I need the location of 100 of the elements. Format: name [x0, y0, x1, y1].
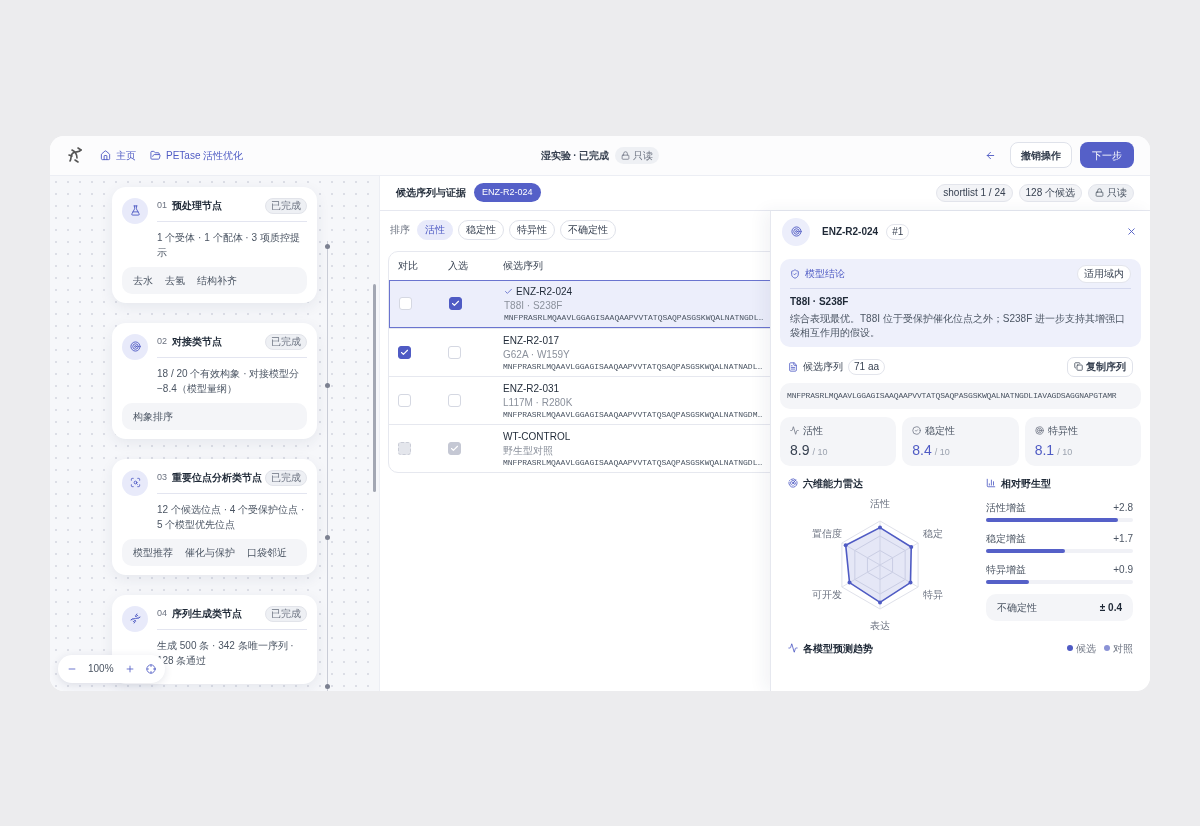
section-title: 候选序列与证据	[396, 186, 466, 200]
node-title: 对接类节点	[172, 335, 222, 349]
zoom-in-icon[interactable]	[124, 663, 135, 674]
column-header: 入选	[447, 259, 469, 273]
sequence-field: MNFPRASRLMQAAVLGGAGISAAQAAPVVTATQSAQPASGSKWQALNATNGDLIAVAGDSAGGNAPGTAMR	[780, 382, 1141, 409]
radar-axis-label: 活性	[870, 497, 890, 510]
check-circle-icon	[912, 425, 922, 435]
legend-label: 候选	[1076, 641, 1096, 656]
target-icon	[1034, 425, 1044, 435]
gain-label: 稳定增益	[986, 531, 1026, 546]
shield-icon	[790, 268, 800, 279]
copy-icon	[1074, 362, 1083, 371]
radar-icon	[788, 478, 798, 488]
breadcrumb-link[interactable]: PETase 活性优化	[150, 147, 244, 163]
experiment-status: 湿实验 · 已完成	[540, 148, 610, 163]
pulse-icon	[790, 425, 799, 435]
target-icon	[790, 226, 802, 237]
candidate-id: WT-CONTROL	[503, 429, 571, 444]
candidate-sequence: MNFPRASRLMQAAVLGGAGISAAQAAPVVTATQSAQPASGSKWQALNATNGDL…	[503, 457, 763, 468]
node-tag: 去水	[133, 272, 153, 288]
score-value: 8.1	[1034, 440, 1055, 460]
sort-chip[interactable]: 活性	[417, 219, 453, 240]
radar-title: 六维能力雷达	[803, 476, 863, 491]
node-index: 04	[157, 606, 167, 620]
gain-label: 特异增益	[986, 562, 1026, 577]
readonly-badge: 只读	[1088, 183, 1134, 202]
scan-icon	[129, 477, 141, 488]
check-icon	[450, 443, 459, 453]
trend-title: 各模型预测趋势	[803, 641, 873, 656]
candidate-id: ENZ-R2-031	[503, 381, 560, 396]
score-label: 稳定性	[925, 423, 956, 438]
lock-icon	[621, 150, 631, 160]
sequence-title: 候选序列	[803, 360, 843, 374]
close-icon[interactable]	[1126, 226, 1137, 237]
sort-label: 排序	[390, 223, 410, 237]
node-status: 已完成	[265, 197, 307, 214]
scrollbar-thumb[interactable]	[373, 283, 376, 492]
uncertainty-value: ± 0.4	[1099, 600, 1122, 615]
score-max: / 10	[1057, 445, 1073, 459]
back-icon[interactable]	[985, 149, 996, 161]
node-title: 序列生成类节点	[172, 607, 242, 621]
candidate-sequence: MNFPRASRLMQAAVLGGAGISAAQAAPVVTATQSAQPASGSKWQALNATNGDM…	[503, 409, 763, 420]
bar-chart-icon	[986, 478, 996, 488]
node-tag: 结构补齐	[197, 272, 237, 288]
conclusion-text: 综合表现最优。T88I 位于受保护催化位点之外；S238F 进一步支持其增强口袋相互作用的假设。	[790, 311, 1127, 340]
next-button[interactable]: 下一步	[1080, 142, 1134, 168]
recenter-icon[interactable]	[145, 663, 156, 674]
target-icon	[129, 341, 141, 352]
node-summary: 1 个受体 · 1 个配体 · 3 项质控提示	[157, 230, 301, 260]
count-chip: 128 个候选	[1018, 183, 1082, 202]
radar-axis-label: 置信度	[812, 528, 843, 540]
candidate-mutations: T88I · S238F	[504, 300, 564, 312]
conclusion-mutations: T88I · S238F	[790, 294, 850, 309]
folder-icon	[150, 149, 161, 161]
flask-icon	[129, 205, 141, 216]
candidate-mutations: L117M · R280K	[503, 396, 574, 409]
gain-value: +0.9	[1113, 562, 1133, 577]
check-icon	[451, 299, 460, 308]
radar-axis-label: 特异	[922, 589, 943, 601]
node-summary: 12 个候选位点 · 4 个受保护位点 · 5 个模型优先位点	[157, 502, 306, 532]
trend-icon	[788, 643, 798, 653]
score-value: 8.9	[790, 440, 810, 460]
node-summary: 18 / 20 个有效构象 · 对接模型分 −8.4（模型量纲）	[157, 366, 301, 396]
node-index: 02	[157, 334, 167, 348]
radar-axis-label: 可开发	[812, 589, 843, 601]
score-value: 8.4	[912, 440, 932, 460]
copy-sequence-button[interactable]: 复制序列	[1067, 356, 1133, 377]
radar-axis-label: 稳定	[922, 528, 943, 540]
domain-badge: 适用域内	[1077, 264, 1131, 283]
breadcrumb-link[interactable]: 主页	[100, 147, 136, 163]
node-title: 预处理节点	[172, 199, 222, 213]
node-tag: 催化与保护	[185, 544, 235, 560]
score-max: / 10	[934, 445, 950, 459]
node-index: 03	[157, 470, 167, 484]
radar-axis-label: 表达	[870, 619, 890, 632]
sort-chip[interactable]: 稳定性	[458, 219, 504, 240]
checkbox[interactable]	[398, 345, 411, 359]
candidate-row[interactable]: ENZ-R2-024 T88I · S238F MNFPRASRLMQAAVLGGAGISAAQAAPVVTATQSAQPASGSKWQALNATNGDL…	[389, 279, 770, 328]
column-header: 候选序列	[502, 259, 543, 273]
column-header: 对比	[397, 259, 419, 273]
uncertainty-label: 不确定性	[997, 600, 1037, 615]
sort-chip[interactable]: 特异性	[509, 219, 555, 240]
pipeline-node-card[interactable]: 02 对接类节点 已完成 18 / 20 个有效构象 · 对接模型分 −8.4（模型量纲） 构象排序	[112, 322, 317, 439]
score-max: / 10	[812, 445, 828, 459]
node-tag: 构象排序	[133, 408, 173, 424]
undo-button[interactable]: 撤销操作	[1010, 142, 1072, 168]
candidate-mutations: G62A · W159Y	[503, 348, 571, 361]
pipeline-node-card[interactable]: 03 重要位点分析类节点 已完成 12 个候选位点 · 4 个受保护位点 · 5 个模型优先位点 模型推荐 催化与保护 口袋邻近	[112, 458, 317, 575]
candidate-id: ENZ-R2-024	[516, 285, 573, 299]
gain-value: +2.8	[1113, 500, 1133, 515]
pipeline-node-card[interactable]: 01 预处理节点 已完成 1 个受体 · 1 个配体 · 3 项质控提示 去水 去氢 结构补齐	[112, 186, 317, 303]
gain-value: +1.7	[1113, 531, 1133, 546]
lock-icon	[1095, 188, 1104, 197]
node-status: 已完成	[265, 469, 307, 486]
checkbox[interactable]	[449, 297, 462, 310]
node-tag: 口袋邻近	[247, 544, 287, 560]
node-title: 重要位点分析类节点	[172, 471, 262, 485]
node-status: 已完成	[265, 333, 307, 350]
sort-chip[interactable]: 不确定性	[560, 219, 616, 240]
document-icon	[788, 361, 798, 372]
